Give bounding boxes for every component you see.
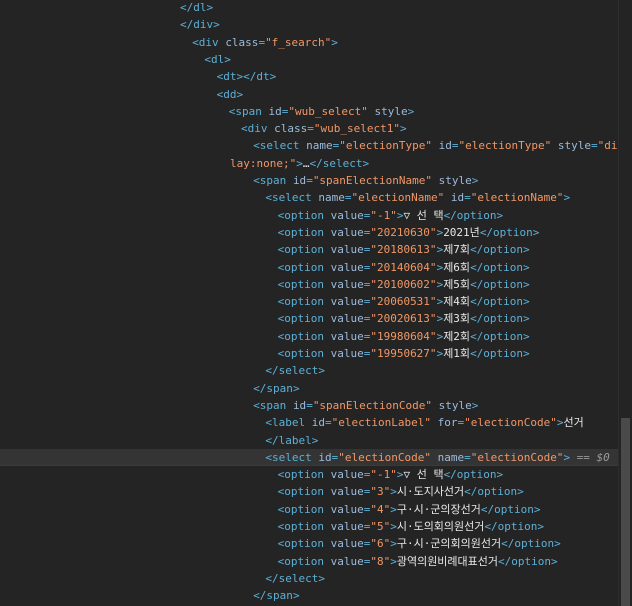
dom-node[interactable]: </select> (0, 362, 618, 379)
dom-node-option[interactable]: <option value="8">광역의원비례대표선거</option> (0, 553, 618, 570)
dom-node-source: <option value="4">구·시·군의장선거</option> (277, 502, 541, 516)
dom-node-source: <option value="6">구·시·군의회의원선거</option> (277, 537, 561, 551)
dom-node-option[interactable]: <option value="-1">▽ 선 택</option> (0, 207, 618, 224)
dom-node[interactable]: <span id="spanElectionName" style> (0, 172, 618, 189)
dom-node-source: </select> (265, 364, 325, 378)
dom-node-source: <option value="19950627">제1회</option> (277, 347, 530, 360)
dom-node-source: <option value="3">시·도지사선거</option> (277, 485, 524, 499)
dom-node[interactable]: <label id="electionLabel" for="electionC… (0, 414, 618, 431)
dom-node-source: </dl> (180, 1, 214, 14)
dom-node-source: <dl> (204, 52, 231, 66)
scrollbar-track (618, 0, 619, 606)
dom-node-source: <select id="electionCode" name="election… (265, 450, 610, 464)
dom-node[interactable]: </select> (0, 570, 618, 587)
dom-node-source: <dt></dt> (216, 70, 277, 84)
dom-node-option[interactable]: <option value="20060531">제4회</option> (0, 293, 618, 310)
dom-node-source: <option value="20140604">제6회</option> (277, 260, 530, 274)
dom-node-option[interactable]: <option value="3">시·도지사선거</option> (0, 483, 618, 500)
dom-node-option[interactable]: <option value="19950627">제1회</option> (0, 345, 618, 362)
dom-node[interactable]: <div class="wub_select1"> (0, 120, 618, 137)
dom-node[interactable]: <span id="wub_select" style> (0, 103, 618, 120)
dom-node-source: <select name="electionType" id="election… (253, 139, 618, 153)
vertical-scrollbar[interactable] (618, 0, 632, 606)
scrollbar-thumb[interactable] (621, 418, 630, 606)
dom-node-source: <option value="8">광역의원비례대표선거</option> (277, 554, 558, 568)
dom-node[interactable]: <select name="electionType" id="election… (0, 137, 618, 154)
dom-node-option[interactable]: <option value="20020613">제3회</option> (0, 310, 618, 327)
dom-node-source: <select name="electionName" id="election… (265, 191, 571, 205)
dom-node-source: <option value="5">시·도의회의원선거</option> (277, 520, 545, 533)
dom-node-source: <div class="f_search"> (192, 35, 338, 49)
dom-node[interactable]: lay:none;">…</select> (0, 155, 618, 172)
dom-node-source: <div class="wub_select1"> (241, 122, 407, 136)
dom-node-option[interactable]: <option value="20180613">제7회</option> (0, 241, 618, 258)
dom-node-source: <label id="electionLabel" for="electionC… (265, 416, 584, 430)
dom-node-option[interactable]: <option value="4">구·시·군의장선거</option> (0, 501, 618, 518)
dom-node-source: </select> (265, 571, 325, 585)
dom-node-source: </span> (253, 589, 300, 603)
dom-node-selected[interactable]: <select id="electionCode" name="election… (0, 448, 618, 466)
dom-node-option[interactable]: <option value="-1">▽ 선 택</option> (0, 466, 618, 483)
dom-node[interactable]: <span id="spanElectionCode" style> (0, 397, 618, 414)
dom-node-source: <span id="spanElectionName" style> (253, 174, 479, 187)
dom-node-source: </label> (265, 433, 319, 447)
dom-node-source: <option value="20180613">제7회</option> (277, 243, 530, 257)
dom-node-source: <span id="spanElectionCode" style> (253, 398, 479, 412)
dom-node-option[interactable]: <option value="20100602">제5회</option> (0, 276, 618, 293)
dom-node[interactable]: </div> (0, 16, 618, 33)
elements-dom-tree: </dl> </div> <div class="f_search"> <dl> <dt… (0, 0, 618, 606)
dom-node-source: <option value="20020613">제3회</option> (277, 312, 530, 326)
dom-node[interactable]: <dd> (0, 86, 618, 103)
dom-node-source: <dd> (216, 87, 244, 101)
console-ref-label: == $0 (570, 450, 610, 464)
dom-node[interactable]: <div class="f_search"> (0, 34, 618, 51)
dom-node-source: <option value="20210630">2021년</option> (277, 225, 540, 239)
dom-node-source: <option value="20060531">제4회</option> (277, 295, 530, 309)
dom-node-source: <option value="-1">▽ 선 택</option> (277, 468, 504, 482)
dom-node[interactable]: </dl> (0, 0, 618, 16)
dom-node[interactable]: </span> (0, 587, 618, 604)
dom-node-source: </div> (180, 18, 220, 32)
dom-node-source: <span id="wub_select" style> (228, 104, 415, 118)
dom-node-option[interactable]: <option value="20140604">제6회</option> (0, 259, 618, 276)
dom-node[interactable]: <dl> (0, 51, 618, 68)
dom-node-option[interactable]: <option value="20210630">2021년</option> (0, 224, 618, 241)
dom-node-option[interactable]: <option value="19980604">제2회</option> (0, 328, 618, 345)
dom-node[interactable]: <select name="electionName" id="election… (0, 189, 618, 206)
dom-node-source: lay:none;">…</select> (230, 156, 370, 170)
dom-node-source: <option value="-1">▽ 선 택</option> (277, 208, 504, 222)
dom-node-source: <option value="19980604">제2회</option> (277, 329, 530, 343)
dom-node[interactable]: </label> (0, 432, 618, 449)
dom-node-option[interactable]: <option value="5">시·도의회의원선거</option> (0, 518, 618, 535)
dom-node[interactable]: <dt></dt> (0, 68, 618, 85)
dom-node-option[interactable]: <option value="6">구·시·군의회의원선거</option> (0, 535, 618, 552)
dom-node-source: </span> (253, 381, 300, 395)
dom-node[interactable]: </span> (0, 380, 618, 397)
dom-node-source: <option value="20100602">제5회</option> (277, 277, 530, 291)
